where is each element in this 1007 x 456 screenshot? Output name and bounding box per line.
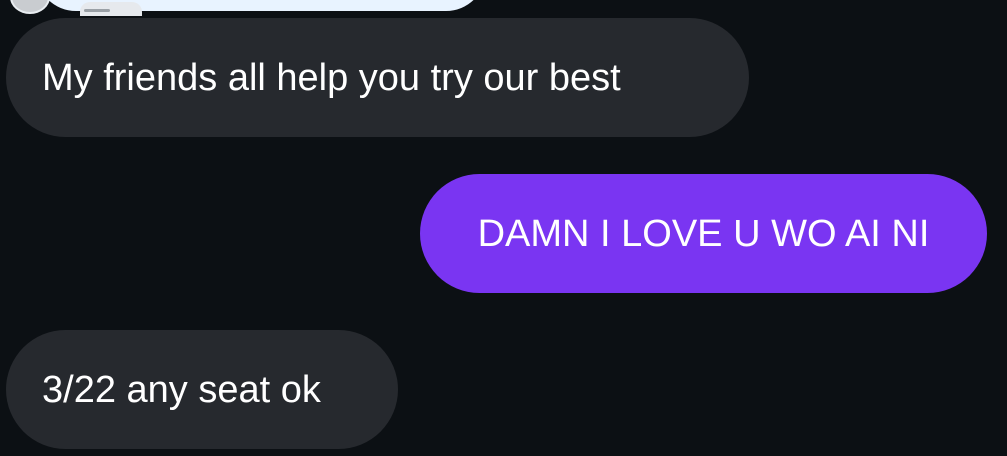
message-bubble-incoming[interactable]: My friends all help you try our best: [6, 18, 749, 137]
chat-thread: My friends all help you try our best DAM…: [0, 0, 1007, 456]
avatar[interactable]: [10, 0, 50, 14]
message-text: DAMN I LOVE U WO AI NI: [477, 212, 930, 255]
message-text: 3/22 any seat ok: [42, 368, 321, 411]
message-text: My friends all help you try our best: [42, 56, 621, 99]
message-bubble-incoming[interactable]: 3/22 any seat ok: [6, 330, 398, 449]
reaction-badge-mark: [84, 9, 110, 12]
message-bubble-outgoing[interactable]: DAMN I LOVE U WO AI NI: [420, 174, 987, 293]
